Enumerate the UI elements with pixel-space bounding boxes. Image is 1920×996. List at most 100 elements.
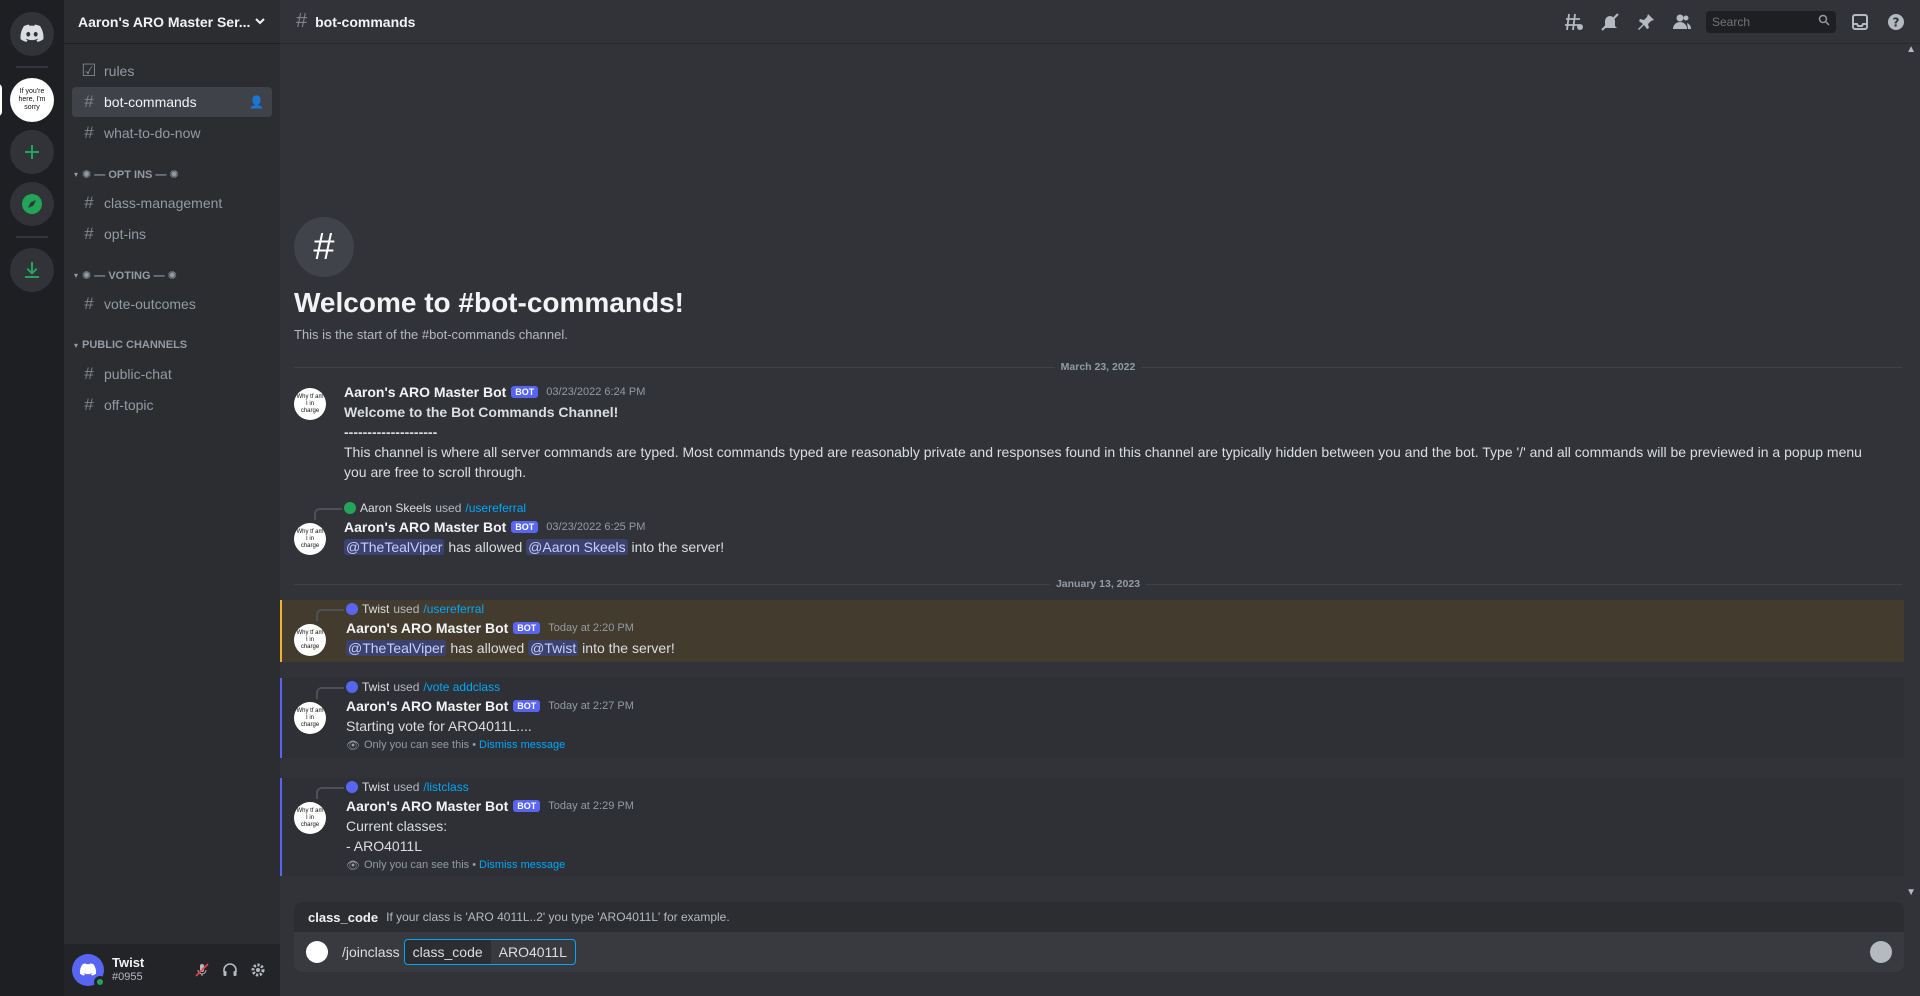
channel-what-to-do-now[interactable]: # what-to-do-now bbox=[72, 118, 272, 148]
channel-class-management[interactable]: # class-management bbox=[72, 188, 272, 218]
threads-icon[interactable] bbox=[1562, 10, 1586, 34]
home-button[interactable] bbox=[10, 12, 54, 56]
author-name[interactable]: Aaron's ARO Master Bot bbox=[346, 798, 508, 814]
download-apps-button[interactable] bbox=[10, 248, 54, 292]
channel-label: opt-ins bbox=[104, 226, 147, 242]
help-icon[interactable]: ? bbox=[1884, 10, 1908, 34]
message[interactable]: Aaron Skeels used /usereferral Why tf am… bbox=[280, 499, 1904, 557]
category-opt-ins[interactable]: ▾ ✺ — OPT INS — ✺ bbox=[72, 164, 272, 184]
inbox-icon[interactable] bbox=[1848, 10, 1872, 34]
message-text: Starting vote for ARO4011L.... bbox=[346, 718, 532, 734]
command-reply-header: Twist used /usereferral bbox=[316, 600, 1904, 621]
bot-avatar[interactable]: Why tf am I in charge bbox=[294, 802, 326, 834]
author-name[interactable]: Aaron's ARO Master Bot bbox=[346, 620, 508, 636]
message-composer[interactable]: /joinclass class_code ARO4011L bbox=[294, 932, 1904, 972]
parameter-value[interactable]: ARO4011L bbox=[491, 940, 575, 964]
user-mention[interactable]: @TheTealViper bbox=[346, 640, 447, 656]
command-parameter[interactable]: class_code ARO4011L bbox=[403, 939, 576, 965]
channel-label: what-to-do-now bbox=[104, 125, 201, 141]
discord-logo-icon bbox=[20, 24, 44, 42]
channel-label: vote-outcomes bbox=[104, 296, 196, 312]
avatar[interactable] bbox=[72, 954, 106, 988]
channel-vote-outcomes[interactable]: # vote-outcomes bbox=[72, 289, 272, 319]
user-info[interactable]: Twist #0955 bbox=[112, 956, 188, 984]
user-mention[interactable]: @Twist bbox=[528, 640, 579, 656]
timestamp: 03/23/2022 6:24 PM bbox=[546, 386, 646, 398]
bot-avatar[interactable]: Why tf am I in charge bbox=[294, 702, 326, 734]
server-icon[interactable]: If you're here, I'm sorry bbox=[0, 78, 54, 122]
bot-avatar[interactable]: Why tf am I in charge bbox=[294, 388, 326, 420]
message-ephemeral[interactable]: Twist used /vote addclass Why tf am I in… bbox=[280, 678, 1904, 758]
channel-rules[interactable]: ☑ rules bbox=[72, 56, 272, 86]
bot-avatar[interactable]: Why tf am I in charge bbox=[294, 624, 326, 656]
hash-icon: # bbox=[84, 294, 94, 313]
explore-servers-button[interactable] bbox=[10, 182, 54, 226]
online-status-icon bbox=[94, 976, 106, 988]
emoji-icon[interactable] bbox=[1870, 941, 1892, 963]
channel-bot-commands[interactable]: # bot-commands 👤 bbox=[72, 87, 272, 117]
hash-icon: # bbox=[84, 395, 94, 414]
chevron-down-icon: ▾ bbox=[74, 270, 79, 280]
channel-opt-ins[interactable]: # opt-ins bbox=[72, 219, 272, 249]
reply-user[interactable]: Twist bbox=[362, 602, 389, 616]
message-line: -------------------- bbox=[344, 424, 438, 440]
search-bar[interactable] bbox=[1706, 10, 1836, 33]
members-icon[interactable] bbox=[1670, 10, 1694, 34]
reply-used: used bbox=[393, 780, 420, 794]
message[interactable]: Why tf am I in charge Aaron's ARO Master… bbox=[280, 382, 1904, 482]
reply-user[interactable]: Twist bbox=[362, 680, 389, 694]
command-reply-header: Twist used /listclass bbox=[316, 778, 1904, 799]
scroll-up-icon[interactable]: ▲ bbox=[1906, 44, 1916, 55]
server-icon-text: If you're here, I'm sorry bbox=[18, 88, 46, 111]
channel-off-topic[interactable]: # off-topic bbox=[72, 390, 272, 420]
category-voting[interactable]: ▾ ✺ — VOTING — ✺ bbox=[72, 265, 272, 285]
message-line: Welcome to the Bot Commands Channel! bbox=[344, 404, 619, 420]
category-label: PUBLIC CHANNELS bbox=[82, 339, 188, 351]
scroll-down-icon[interactable]: ▼ bbox=[1906, 887, 1916, 898]
reply-user[interactable]: Aaron Skeels bbox=[360, 501, 431, 515]
timestamp: 03/23/2022 6:25 PM bbox=[546, 521, 646, 533]
notification-muted-icon[interactable] bbox=[1598, 10, 1622, 34]
server-header[interactable]: Aaron's ARO Master Ser... bbox=[64, 0, 280, 44]
ephemeral-label: Only you can see this • bbox=[363, 859, 477, 871]
guild-separator bbox=[16, 236, 48, 238]
author-name[interactable]: Aaron's ARO Master Bot bbox=[344, 384, 506, 400]
mute-button[interactable] bbox=[188, 956, 216, 984]
command-link[interactable]: /usereferral bbox=[465, 501, 526, 515]
command-link[interactable]: /usereferral bbox=[423, 602, 484, 616]
main-panel: # bot-commands ? ▲ # Welco bbox=[280, 0, 1920, 996]
message-list[interactable]: ▲ # Welcome to #bot-commands! This is th… bbox=[280, 44, 1920, 902]
reply-user[interactable]: Twist bbox=[362, 780, 389, 794]
command-link[interactable]: /vote addclass bbox=[423, 680, 500, 694]
date-divider: March 23, 2022 bbox=[294, 361, 1902, 373]
category-label: ✺ — VOTING — ✺ bbox=[82, 269, 177, 282]
search-input[interactable] bbox=[1712, 14, 1818, 29]
parameter-name: class_code bbox=[404, 940, 491, 964]
user-panel: Twist #0955 bbox=[64, 944, 280, 996]
add-server-button[interactable] bbox=[10, 130, 54, 174]
hash-icon: # bbox=[296, 10, 308, 32]
dismiss-message-link[interactable]: Dismiss message bbox=[479, 739, 565, 751]
pin-icon[interactable] bbox=[1634, 10, 1658, 34]
channel-public-chat[interactable]: # public-chat bbox=[72, 359, 272, 389]
user-settings-button[interactable] bbox=[244, 956, 272, 984]
author-name[interactable]: Aaron's ARO Master Bot bbox=[346, 698, 508, 714]
hash-icon: # bbox=[294, 217, 354, 277]
add-member-icon[interactable]: 👤 bbox=[249, 95, 264, 109]
author-name[interactable]: Aaron's ARO Master Bot bbox=[344, 519, 506, 535]
category-label: ✺ — OPT INS — ✺ bbox=[82, 168, 179, 181]
search-icon bbox=[1818, 14, 1830, 29]
reply-used: used bbox=[435, 501, 462, 515]
user-mention[interactable]: @TheTealViper bbox=[344, 539, 445, 555]
dismiss-message-link[interactable]: Dismiss message bbox=[479, 859, 565, 871]
deafen-button[interactable] bbox=[216, 956, 244, 984]
command-link[interactable]: /listclass bbox=[423, 780, 468, 794]
channel-title: bot-commands bbox=[315, 13, 416, 30]
bot-avatar[interactable]: Why tf am I in charge bbox=[294, 523, 326, 555]
message-highlighted[interactable]: Twist used /usereferral Why tf am I in c… bbox=[280, 600, 1904, 662]
user-mention[interactable]: @Aaron Skeels bbox=[526, 539, 628, 555]
option-name: class_code bbox=[308, 909, 379, 925]
category-public-channels[interactable]: ▾ PUBLIC CHANNELS bbox=[72, 335, 272, 355]
ephemeral-label: Only you can see this • bbox=[363, 739, 477, 751]
message-ephemeral[interactable]: Twist used /listclass Why tf am I in cha… bbox=[280, 778, 1904, 876]
